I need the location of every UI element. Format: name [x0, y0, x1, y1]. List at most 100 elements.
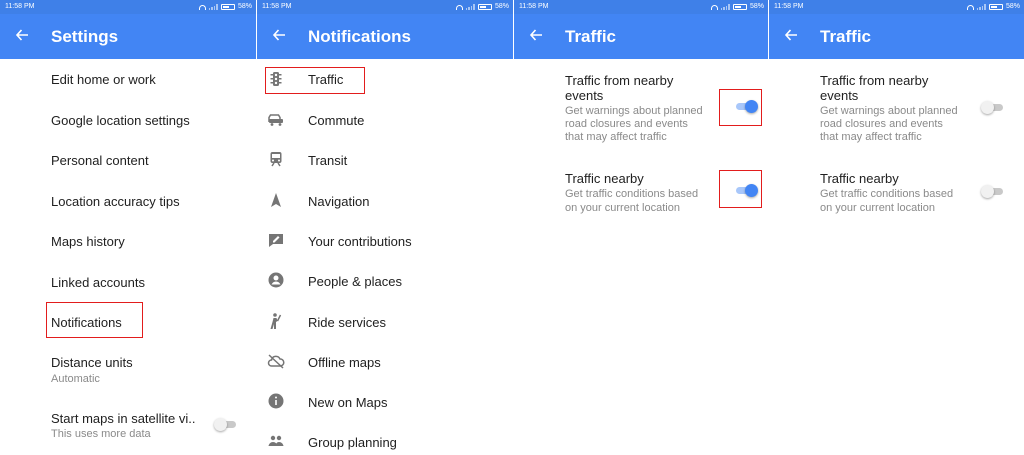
- page-title: Traffic: [565, 27, 617, 46]
- status-icons: 58%: [198, 0, 252, 14]
- status-icons: 58%: [710, 0, 764, 14]
- item-label: Personal content: [51, 153, 149, 168]
- page-title: Settings: [51, 27, 119, 46]
- setting-desc-line3: that may affect traffic: [565, 131, 667, 143]
- setting-desc-line2: road closures and events: [820, 118, 943, 130]
- battery-icon: [477, 4, 492, 10]
- item-label: Edit home or work: [51, 72, 156, 87]
- setting-desc-line1: Get traffic conditions based: [820, 188, 954, 200]
- app-bar: Settings: [0, 14, 256, 59]
- traffic-screen-after: 11:58 PM 58% Traffic Traffic from nearby…: [769, 0, 1024, 455]
- setting-title: Traffic nearby: [565, 171, 644, 186]
- setting-desc-line2: on your current location: [820, 202, 935, 214]
- item-label: Group planning: [308, 435, 397, 450]
- item-label: Google location settings: [51, 113, 190, 128]
- signal-icon: [976, 4, 986, 10]
- settings-item-accuracy-tips[interactable]: Location accuracy tips: [0, 180, 256, 220]
- item-label: People & places: [308, 274, 402, 289]
- status-time: 11:58 PM: [262, 3, 292, 10]
- item-label: Start maps in satellite vi..: [51, 411, 196, 426]
- wifi-icon: [198, 4, 206, 10]
- setting-title: Traffic nearby: [820, 171, 899, 186]
- setting-desc-line1: Get warnings about planned: [565, 105, 703, 117]
- wifi-icon: [966, 4, 974, 10]
- battery-icon: [988, 4, 1003, 10]
- status-bar: 11:58 PM 58%: [769, 0, 1024, 14]
- item-label: Transit: [308, 153, 348, 168]
- battery-icon: [732, 4, 747, 10]
- item-sublabel: Automatic: [51, 373, 100, 385]
- status-time: 11:58 PM: [5, 3, 35, 10]
- setting-desc-line2: road closures and events: [565, 118, 688, 130]
- notification-item-offline-maps[interactable]: Offline maps: [257, 342, 513, 382]
- settings-screen: 11:58 PM 58% Settings Edit home or work …: [0, 0, 256, 455]
- item-label: Linked accounts: [51, 275, 145, 290]
- navigation-arrow-icon: [271, 193, 281, 207]
- back-arrow-icon[interactable]: [526, 25, 546, 45]
- setting-desc-line1: Get traffic conditions based: [565, 188, 699, 200]
- page-title: Notifications: [308, 27, 411, 46]
- highlight-box-traffic: [265, 67, 365, 94]
- status-time: 11:58 PM: [774, 3, 804, 10]
- highlight-box-toggle-nearby: [719, 170, 762, 208]
- item-label: Navigation: [308, 194, 370, 209]
- status-bar: 11:58 PM 58%: [514, 0, 768, 14]
- app-bar: Traffic: [514, 14, 768, 59]
- settings-item-personal-content[interactable]: Personal content: [0, 139, 256, 179]
- traffic-screen-before: 11:58 PM 58% Traffic Traffic from nearby…: [514, 0, 768, 455]
- notification-item-people-places[interactable]: People & places: [257, 261, 513, 301]
- notification-item-group-planning[interactable]: Group planning: [257, 422, 513, 455]
- notification-item-commute[interactable]: Commute: [257, 100, 513, 140]
- status-time: 11:58 PM: [519, 3, 549, 10]
- traffic-nearby-toggle[interactable]: [981, 184, 1005, 198]
- highlight-box-toggle-events: [719, 89, 762, 126]
- settings-item-edit-home[interactable]: Edit home or work: [0, 59, 256, 99]
- settings-item-linked-accounts[interactable]: Linked accounts: [0, 261, 256, 301]
- cloud-off-icon: [267, 354, 285, 369]
- car-icon: [268, 114, 283, 126]
- info-icon: [268, 393, 284, 409]
- setting-traffic-nearby[interactable]: Traffic nearby Get traffic conditions ba…: [769, 168, 1024, 218]
- app-bar: Traffic: [769, 14, 1024, 59]
- back-arrow-icon[interactable]: [781, 25, 801, 45]
- train-icon: [270, 152, 282, 167]
- notification-item-transit[interactable]: Transit: [257, 140, 513, 180]
- item-label: Commute: [308, 113, 365, 128]
- settings-item-location-settings[interactable]: Google location settings: [0, 99, 256, 139]
- notifications-screen: 11:58 PM 58% Notifications Traffic Commu…: [257, 0, 513, 455]
- signal-icon: [720, 4, 730, 10]
- notification-item-new-on-maps[interactable]: New on Maps: [257, 382, 513, 422]
- setting-desc-line2: on your current location: [565, 202, 680, 214]
- item-label: New on Maps: [308, 395, 388, 410]
- setting-desc-line1: Get warnings about planned: [820, 105, 958, 117]
- notification-item-navigation[interactable]: Navigation: [257, 181, 513, 221]
- setting-title-line2: events: [820, 88, 859, 103]
- wifi-icon: [710, 4, 718, 10]
- status-icons: 58%: [455, 0, 509, 14]
- back-arrow-icon[interactable]: [269, 25, 289, 45]
- item-label: Maps history: [51, 234, 125, 249]
- item-label: Offline maps: [308, 355, 381, 370]
- satellite-toggle[interactable]: [214, 417, 238, 431]
- setting-traffic-events[interactable]: Traffic from nearby events Get warnings …: [769, 70, 1024, 150]
- notification-item-ride-services[interactable]: Ride services: [257, 302, 513, 342]
- highlight-box-notifications: [46, 302, 143, 338]
- item-label: Location accuracy tips: [51, 194, 180, 209]
- settings-item-maps-history[interactable]: Maps history: [0, 220, 256, 260]
- battery-percent: 58%: [1005, 3, 1020, 10]
- traffic-events-toggle[interactable]: [981, 100, 1005, 114]
- signal-icon: [208, 4, 218, 10]
- settings-item-satellite-view[interactable]: Start maps in satellite vi.. This uses m…: [0, 400, 256, 446]
- settings-item-distance-units[interactable]: Distance units Automatic: [0, 344, 256, 388]
- setting-title-line2: events: [565, 88, 604, 103]
- signal-icon: [465, 4, 475, 10]
- app-bar: Notifications: [257, 14, 513, 59]
- group-icon: [268, 435, 284, 446]
- item-sublabel: This uses more data: [51, 428, 151, 440]
- battery-percent: 58%: [237, 3, 252, 10]
- wifi-icon: [455, 4, 463, 10]
- notification-item-contributions[interactable]: Your contributions: [257, 221, 513, 261]
- setting-title-line1: Traffic from nearby: [820, 73, 929, 88]
- status-bar: 11:58 PM 58%: [0, 0, 256, 14]
- back-arrow-icon[interactable]: [12, 25, 32, 45]
